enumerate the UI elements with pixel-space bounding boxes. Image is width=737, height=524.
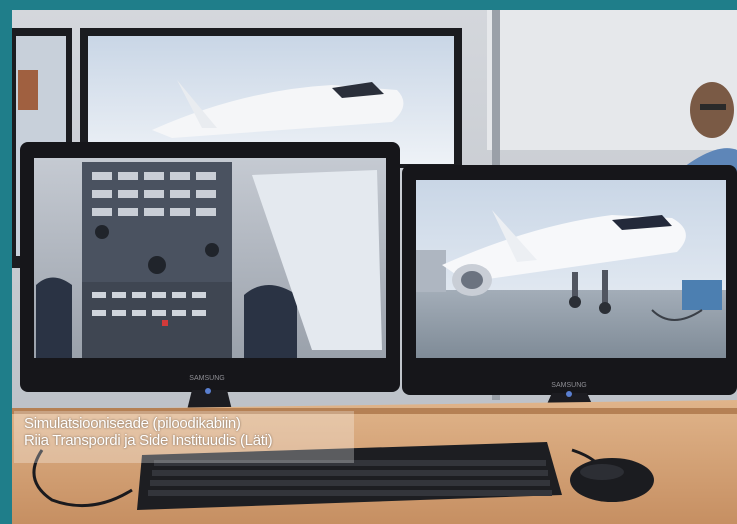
monitor-right: SAMSUNG: [402, 165, 737, 395]
teal-frame: SAMSUNG SAMSUNG Simulatsiooniseade (pilo…: [0, 0, 737, 524]
caption-line-2: Riia Transpordi ja Side Instituudis (Lät…: [24, 432, 273, 449]
monitor-left: SAMSUNG: [20, 142, 400, 392]
mouse: [570, 458, 654, 502]
caption-line-1: Simulatsiooniseade (piloodikabiin): [24, 415, 241, 432]
brand-label-right: SAMSUNG: [551, 382, 586, 389]
power-light-left: [205, 388, 211, 394]
brand-label-left: SAMSUNG: [189, 375, 224, 382]
photo-caption: Simulatsiooniseade (piloodikabiin) Riia …: [14, 411, 354, 463]
power-light-right: [566, 391, 572, 397]
